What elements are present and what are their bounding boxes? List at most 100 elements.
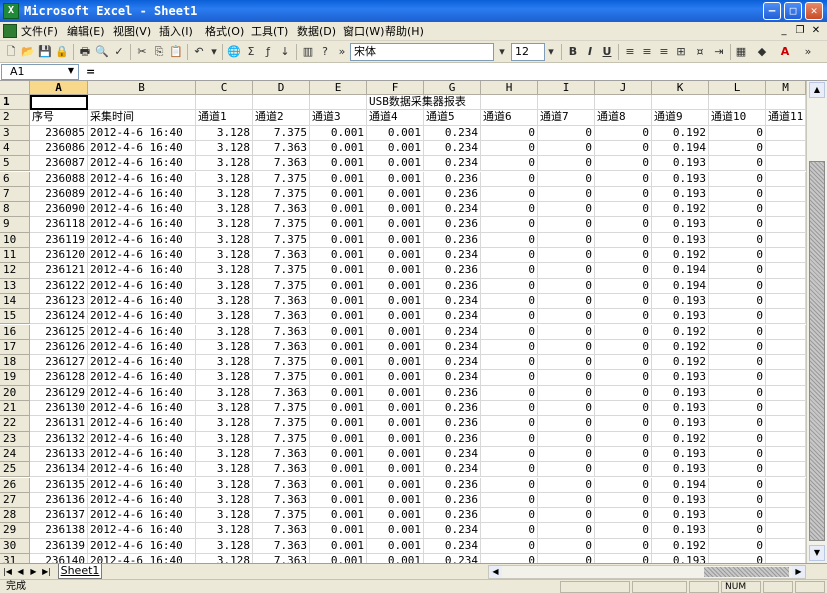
align-left-icon[interactable]: ≡ — [622, 44, 638, 60]
vertical-scroll-thumb[interactable] — [809, 161, 825, 541]
table-cell[interactable]: 0 — [481, 401, 538, 417]
table-cell[interactable]: 7.363 — [253, 339, 310, 356]
table-cell[interactable]: 0 — [481, 554, 538, 563]
table-cell[interactable]: 0 — [481, 293, 538, 310]
table-cell[interactable]: 0.192 — [652, 538, 709, 554]
row-header[interactable]: 17 — [0, 339, 30, 356]
table-cell[interactable]: 0.192 — [652, 431, 709, 447]
table-cell[interactable]: 0 — [595, 186, 652, 203]
row-header[interactable]: 22 — [0, 416, 30, 432]
table-cell[interactable]: 0 — [481, 523, 538, 539]
open-icon[interactable]: 📂 — [20, 44, 36, 60]
table-cell[interactable]: 236136 — [30, 492, 88, 509]
scroll-right-icon[interactable]: ▶ — [792, 566, 805, 578]
table-cell[interactable]: 2012-4-6 16:40 — [88, 140, 196, 157]
doc-close-icon[interactable]: ✕ — [809, 24, 823, 38]
table-cell[interactable]: 0 — [709, 248, 766, 264]
table-cell[interactable]: 0.001 — [310, 370, 367, 386]
table-cell[interactable]: 3.128 — [196, 156, 253, 172]
row-header[interactable]: 25 — [0, 462, 30, 478]
table-cell[interactable]: 0.234 — [424, 370, 481, 386]
table-cell[interactable]: 0 — [538, 554, 595, 563]
table-cell[interactable]: 7.375 — [253, 416, 310, 432]
table-cell[interactable]: 0.194 — [652, 140, 709, 157]
row-header[interactable]: 21 — [0, 401, 30, 417]
underline-button[interactable]: U — [599, 44, 615, 60]
table-cell[interactable]: 236129 — [30, 385, 88, 401]
table-cell[interactable]: 236131 — [30, 416, 88, 432]
table-cell[interactable]: 0.001 — [367, 202, 424, 218]
table-cell[interactable] — [766, 202, 806, 218]
table-cell[interactable]: 3.128 — [196, 125, 253, 141]
table-cell[interactable] — [709, 95, 766, 111]
table-cell[interactable]: 0.193 — [652, 401, 709, 417]
table-cell[interactable]: 0 — [709, 125, 766, 141]
table-cell[interactable]: 2012-4-6 16:40 — [88, 462, 196, 478]
table-cell[interactable] — [766, 217, 806, 233]
table-cell[interactable]: 0.234 — [424, 339, 481, 356]
column-header[interactable]: E — [310, 81, 367, 95]
table-cell[interactable]: 2012-4-6 16:40 — [88, 355, 196, 371]
table-cell[interactable]: 0 — [481, 385, 538, 401]
formula-input[interactable] — [104, 64, 824, 80]
undo-icon[interactable]: ↶ — [191, 44, 207, 60]
align-right-icon[interactable]: ≡ — [656, 44, 672, 60]
table-cell[interactable]: 7.363 — [253, 523, 310, 539]
row-header[interactable]: 14 — [0, 293, 30, 310]
table-cell[interactable]: 0.001 — [367, 186, 424, 203]
table-cell[interactable]: 0.236 — [424, 431, 481, 447]
table-cell[interactable] — [766, 248, 806, 264]
table-cell[interactable]: 3.128 — [196, 431, 253, 447]
row-header[interactable]: 3 — [0, 125, 30, 141]
table-cell[interactable]: 0 — [538, 523, 595, 539]
row-header[interactable]: 2 — [0, 110, 30, 126]
table-cell[interactable]: 0.001 — [310, 293, 367, 310]
table-cell[interactable]: 3.128 — [196, 462, 253, 478]
menu-item[interactable]: 视图(V) — [113, 25, 151, 38]
table-cell[interactable]: 0.234 — [424, 248, 481, 264]
table-cell[interactable] — [766, 339, 806, 356]
table-cell[interactable]: 0.193 — [652, 554, 709, 563]
table-cell[interactable]: 7.375 — [253, 186, 310, 203]
increase-indent-icon[interactable]: ⇥ — [711, 44, 727, 60]
new-icon[interactable]: 🗋 — [3, 44, 19, 60]
table-cell[interactable]: 0.001 — [310, 171, 367, 187]
table-cell[interactable]: 0.001 — [367, 263, 424, 279]
row-header[interactable]: 28 — [0, 508, 30, 524]
table-cell[interactable]: 0.236 — [424, 477, 481, 493]
table-cell[interactable] — [766, 232, 806, 248]
table-cell[interactable]: 0.001 — [367, 370, 424, 386]
table-cell[interactable]: 236127 — [30, 355, 88, 371]
table-cell[interactable]: 0 — [538, 401, 595, 417]
table-cell[interactable] — [766, 492, 806, 509]
table-cell[interactable]: 0.236 — [424, 278, 481, 294]
menu-item[interactable]: 插入(I) — [159, 25, 193, 38]
table-cell[interactable]: 0.001 — [310, 156, 367, 172]
table-cell[interactable]: 0 — [538, 462, 595, 478]
table-cell[interactable]: 2012-4-6 16:40 — [88, 324, 196, 340]
table-cell[interactable]: 0 — [481, 156, 538, 172]
row-header[interactable]: 5 — [0, 156, 30, 172]
table-cell[interactable]: 0.193 — [652, 370, 709, 386]
table-cell[interactable]: 0 — [709, 401, 766, 417]
table-cell[interactable]: 0 — [709, 355, 766, 371]
menu-item[interactable]: 数据(D) — [297, 25, 336, 38]
table-cell[interactable]: 0 — [481, 355, 538, 371]
table-cell[interactable] — [766, 446, 806, 463]
table-cell[interactable] — [538, 95, 595, 111]
font-name-select[interactable]: 宋体 — [350, 43, 494, 61]
table-cell[interactable]: 2012-4-6 16:40 — [88, 538, 196, 554]
table-cell[interactable]: 0.001 — [367, 401, 424, 417]
table-cell[interactable]: 0 — [595, 431, 652, 447]
table-cell[interactable]: 0 — [595, 401, 652, 417]
table-cell[interactable]: 0.001 — [367, 355, 424, 371]
table-cell[interactable]: 0.001 — [310, 416, 367, 432]
table-cell[interactable]: 7.363 — [253, 293, 310, 310]
table-cell[interactable] — [766, 263, 806, 279]
column-header[interactable]: J — [595, 81, 652, 95]
table-cell[interactable]: 2012-4-6 16:40 — [88, 385, 196, 401]
undo-dropdown-icon[interactable]: ▾ — [206, 44, 222, 60]
table-cell[interactable] — [766, 156, 806, 172]
table-cell[interactable]: 0.194 — [652, 263, 709, 279]
table-cell[interactable]: 0.001 — [367, 554, 424, 563]
